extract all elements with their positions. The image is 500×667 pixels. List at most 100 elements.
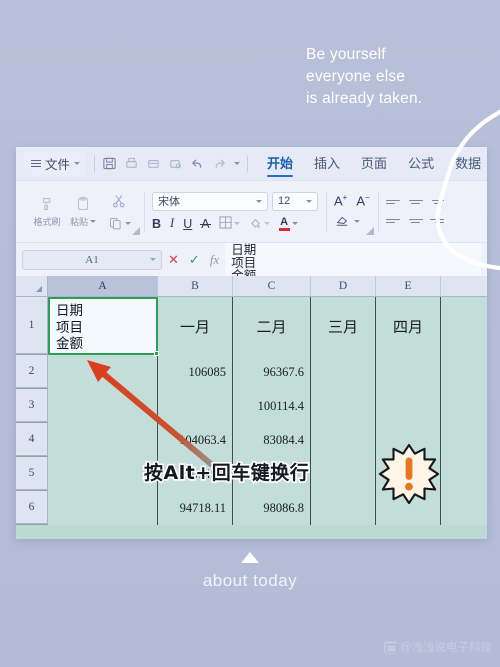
cell-a4[interactable] (48, 423, 158, 457)
row-header-1[interactable]: 1 (16, 297, 48, 354)
clipboard-dialog-launcher[interactable] (132, 226, 140, 235)
name-box[interactable]: A1 (22, 249, 162, 270)
chevron-down-icon[interactable] (354, 220, 360, 224)
paste-button[interactable]: 粘贴 (66, 195, 100, 228)
cell-f4[interactable] (441, 423, 487, 457)
align-middle-button[interactable] (407, 194, 425, 210)
cut-copy-stack (102, 192, 136, 231)
cell-c2[interactable]: 96367.6 (233, 355, 311, 389)
cell-a2[interactable] (48, 355, 158, 389)
select-all-corner[interactable] (16, 276, 48, 296)
align-bottom-button[interactable] (428, 194, 446, 210)
cell-a6[interactable] (48, 491, 158, 525)
font-dialog-launcher[interactable] (365, 226, 374, 235)
clear-format-icon[interactable] (334, 213, 350, 230)
cell-b4[interactable]: 104063.4 (158, 423, 233, 457)
tab-formula[interactable]: 公式 (408, 153, 434, 175)
font-controls: 宋体 12 B I U A (152, 191, 318, 232)
active-cell-a1[interactable]: 日期 项目 金额 (48, 297, 159, 356)
file-menu-button[interactable]: 文件 (24, 151, 88, 176)
paste-icon (74, 195, 92, 213)
redo-icon[interactable] (212, 156, 227, 171)
cut-icon[interactable] (110, 192, 128, 210)
size-controls: A+ A− (334, 193, 370, 230)
cell-d3[interactable] (311, 389, 376, 423)
font-name-select[interactable]: 宋体 (152, 191, 268, 211)
borders-button[interactable] (219, 215, 240, 232)
copy-icon[interactable] (108, 216, 123, 231)
fill-color-button[interactable] (249, 216, 270, 232)
cell-d1[interactable]: 三月 (311, 297, 376, 355)
cell-d6[interactable] (311, 491, 376, 525)
cell-f6[interactable] (441, 491, 487, 525)
row-header-3[interactable]: 3 (16, 389, 48, 422)
format-painter-button[interactable]: 格式刷 (30, 195, 64, 228)
quote-line-2: everyone else (306, 68, 406, 85)
column-header-f[interactable] (441, 276, 487, 296)
save-icon[interactable] (102, 156, 117, 171)
print-preview-icon[interactable] (146, 156, 161, 171)
chevron-down-icon[interactable] (90, 220, 96, 223)
row-header-6[interactable]: 6 (16, 491, 48, 524)
tab-data[interactable]: 数据 (455, 153, 481, 175)
copy-wrap (108, 216, 131, 231)
column-header-c[interactable]: C (233, 276, 311, 296)
fill-handle[interactable] (154, 351, 159, 356)
tab-page[interactable]: 页面 (361, 153, 387, 175)
fx-icon[interactable]: fx (210, 252, 219, 268)
cell-e2[interactable] (376, 355, 441, 389)
cell-b1[interactable]: 一月 (158, 297, 233, 355)
formula-input[interactable]: 日期 项目 金额 (225, 242, 481, 277)
row-header-5[interactable]: 5 (16, 457, 48, 490)
cell-f5[interactable] (441, 457, 487, 491)
decrease-font-size-button[interactable]: A− (356, 193, 369, 208)
cell-a3[interactable] (48, 389, 158, 423)
cell-f2[interactable] (441, 355, 487, 389)
align-left-button[interactable] (385, 213, 404, 229)
cell-c6[interactable]: 98086.8 (233, 491, 311, 525)
cell-b2[interactable]: 106085 (158, 355, 233, 389)
cancel-icon[interactable]: ✕ (168, 252, 179, 268)
underline-button[interactable]: U (183, 217, 192, 231)
cell-d5[interactable] (311, 457, 376, 491)
cell-c4[interactable]: 83084.4 (233, 423, 311, 457)
chevron-down-icon (263, 222, 270, 225)
chevron-down-icon (150, 258, 156, 261)
column-header-b[interactable]: B (158, 276, 233, 296)
cell-f1[interactable] (441, 297, 487, 355)
cell-b6[interactable]: 94718.11 (158, 491, 233, 525)
align-center-button[interactable] (407, 213, 425, 229)
increase-font-size-button[interactable]: A+ (334, 193, 347, 208)
cell-f3[interactable] (441, 389, 487, 423)
cell-d4[interactable] (311, 423, 376, 457)
tab-insert[interactable]: 插入 (314, 153, 340, 175)
cell-a5[interactable] (48, 457, 158, 491)
print-icon[interactable] (124, 156, 139, 171)
row-header-2[interactable]: 2 (16, 355, 48, 388)
column-header-d[interactable]: D (311, 276, 376, 296)
cell-e3[interactable] (376, 389, 441, 423)
cell-c3[interactable]: 100114.4 (233, 389, 311, 423)
cell-c1[interactable]: 二月 (233, 297, 311, 355)
customize-dropdown-icon[interactable] (234, 162, 241, 165)
font-group: 宋体 12 B I U A (144, 186, 326, 238)
annotation-text: 按Alt+回车键换行 (142, 460, 310, 485)
confirm-icon[interactable]: ✓ (189, 252, 200, 268)
cell-e1[interactable]: 四月 (376, 297, 441, 355)
cell-d2[interactable] (311, 355, 376, 389)
tab-start[interactable]: 开始 (267, 153, 294, 177)
font-size-select[interactable]: 12 (272, 191, 318, 211)
column-header-e[interactable]: E (376, 276, 441, 296)
font-color-button[interactable]: A (278, 216, 298, 231)
print-area-icon[interactable] (168, 156, 183, 171)
column-header-a[interactable]: A (48, 276, 158, 296)
chevron-down-icon[interactable] (124, 222, 131, 225)
align-top-button[interactable] (385, 194, 404, 210)
undo-icon[interactable] (190, 156, 205, 171)
bold-button[interactable]: B (152, 217, 161, 231)
row-header-4[interactable]: 4 (16, 423, 48, 456)
align-right-button[interactable] (428, 213, 446, 229)
cell-b3[interactable] (158, 389, 233, 423)
strikethrough-button[interactable]: A (200, 217, 211, 231)
italic-button[interactable]: I (170, 216, 174, 231)
